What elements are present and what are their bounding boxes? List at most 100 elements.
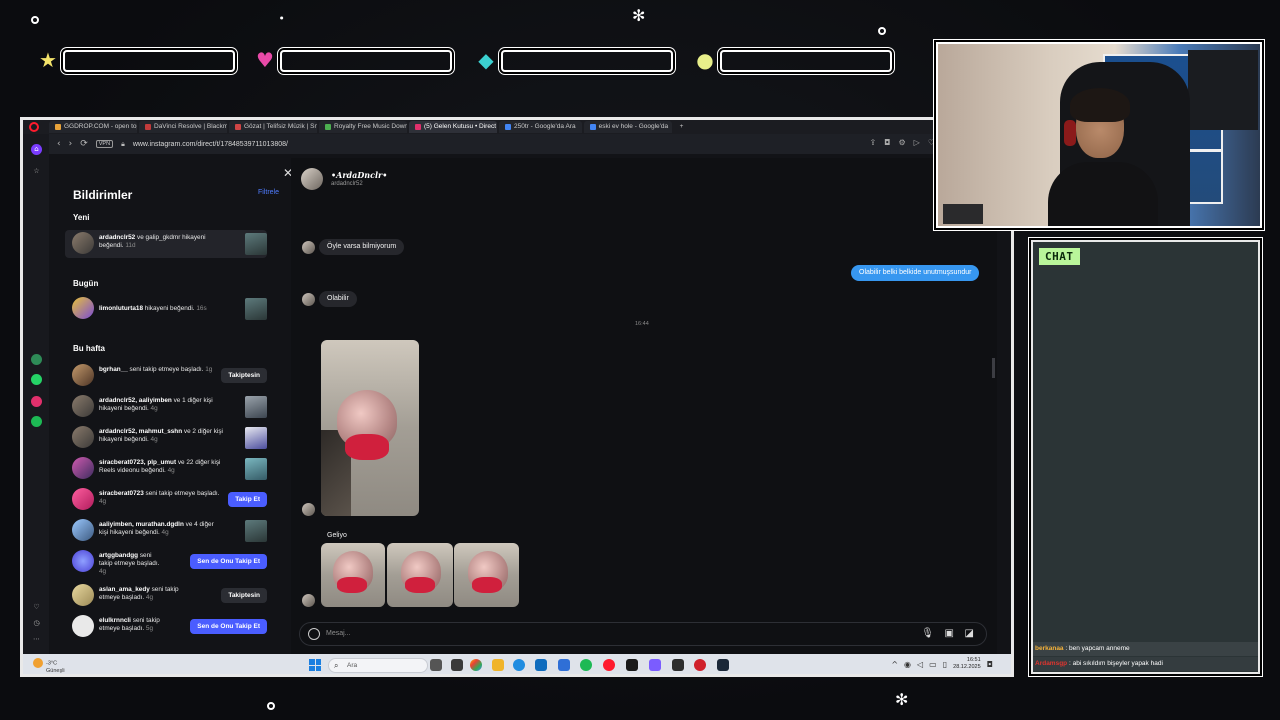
edge-icon[interactable] — [513, 659, 525, 671]
avatar[interactable] — [72, 519, 94, 541]
notification-row[interactable]: limonluturta18 hikayeni beğendi. 16s — [65, 295, 267, 323]
weather-widget[interactable]: -3°C Güneşli — [33, 658, 65, 674]
network-icon[interactable]: ◉ — [904, 660, 911, 669]
avatar[interactable] — [72, 457, 94, 479]
story-thumbnail[interactable] — [245, 233, 267, 255]
whatsapp-icon[interactable] — [31, 374, 42, 385]
avatar[interactable] — [301, 168, 323, 190]
filter-link[interactable]: Filtrele — [258, 189, 279, 196]
volume-icon[interactable]: ◁ — [917, 660, 923, 669]
notification-row[interactable]: aaliyimben, murathan.dgdln ve 4 diğer ki… — [65, 517, 267, 545]
microphone-icon[interactable]: 🎙︎ — [921, 628, 934, 639]
photo-message[interactable] — [321, 340, 419, 516]
message-outgoing[interactable]: Olabilir belki belkide unutmuşsundur — [851, 265, 980, 281]
star-outline-icon[interactable]: ☆ — [31, 166, 42, 177]
capcut-icon[interactable] — [626, 659, 638, 671]
avatar[interactable] — [72, 364, 94, 386]
browser-tab[interactable]: 250tr - Google'da Ara — [499, 121, 582, 133]
app-icon[interactable] — [694, 659, 706, 671]
home-icon[interactable]: ⌂ — [31, 144, 42, 155]
notification-row[interactable]: ardadnclr52, aaliyimben ve 1 diğer kişi … — [65, 393, 267, 421]
display-icon[interactable]: ▭ — [929, 660, 937, 669]
more-icon[interactable]: ⋯ — [31, 634, 42, 645]
notifications-icon[interactable]: ◘ — [987, 660, 993, 669]
folder-icon[interactable] — [492, 659, 504, 671]
notification-row[interactable]: siracberat0723 seni takip etmeye başladı… — [65, 486, 267, 514]
story-thumbnail[interactable] — [245, 520, 267, 542]
avatar[interactable] — [72, 550, 94, 572]
avatar[interactable] — [72, 584, 94, 606]
chevron-up-icon[interactable]: ^ — [891, 660, 898, 669]
scrollbar[interactable] — [992, 358, 995, 378]
new-tab-button[interactable]: + — [674, 121, 690, 133]
message-incoming[interactable]: Olabilir — [319, 291, 357, 307]
story-thumbnail[interactable] — [245, 298, 267, 320]
vpn-badge[interactable]: VPN — [95, 140, 114, 148]
emoji-icon[interactable] — [308, 628, 320, 640]
clock-icon[interactable]: ◷ — [31, 618, 42, 629]
taskview-icon[interactable] — [451, 659, 463, 671]
photo-message[interactable] — [321, 543, 385, 607]
share-icon[interactable]: ⇪ — [869, 138, 876, 147]
follow-button[interactable]: Takip Et — [228, 492, 267, 507]
image-icon[interactable]: ▣ — [945, 628, 954, 639]
avatar[interactable] — [72, 488, 94, 510]
reel-thumbnail[interactable] — [245, 458, 267, 480]
instagram-icon[interactable] — [31, 396, 42, 407]
follow-back-button[interactable]: Sen de Onu Takip Et — [190, 554, 267, 569]
camera-icon[interactable]: ◘ — [884, 138, 890, 147]
browser-tab[interactable]: DaVinci Resolve | Blackm — [139, 121, 227, 133]
avatar[interactable] — [72, 615, 94, 637]
avatar[interactable] — [72, 426, 94, 448]
chrome-icon[interactable] — [470, 659, 482, 671]
message-incoming[interactable]: Geliyo — [319, 528, 355, 544]
story-thumbnail[interactable] — [245, 396, 267, 418]
follow-back-button[interactable]: Sen de Onu Takip Et — [190, 619, 267, 634]
discord-icon[interactable] — [649, 659, 661, 671]
spotify-icon[interactable] — [31, 416, 42, 427]
davinci-icon[interactable] — [672, 659, 684, 671]
reload-icon[interactable]: ⟳ — [80, 139, 88, 149]
heart-outline-icon[interactable]: ♡ — [928, 138, 935, 147]
notification-row[interactable]: bgrhan__ seni takip etmeye başladı. 1g T… — [65, 362, 267, 390]
message-placeholder[interactable]: Mesaj... — [326, 630, 351, 637]
avatar[interactable] — [72, 297, 94, 319]
store-icon[interactable] — [535, 659, 547, 671]
avatar[interactable] — [72, 232, 94, 254]
spotify-icon[interactable] — [580, 659, 592, 671]
notification-row[interactable]: siracberat0723, plp_umut ve 22 diğer kiş… — [65, 455, 267, 483]
following-button[interactable]: Takiptesin — [221, 588, 267, 603]
url-field[interactable]: www.instagram.com/direct/t/1784853971101… — [133, 141, 288, 148]
chatgpt-icon[interactable] — [31, 354, 42, 365]
avatar[interactable] — [72, 395, 94, 417]
message-input[interactable]: Mesaj... 🎙︎ ▣ ◪ — [299, 622, 987, 646]
heart-outline-icon[interactable]: ♡ — [31, 602, 42, 613]
widgets-icon[interactable] — [430, 659, 442, 671]
browser-tab[interactable]: Royalty Free Music Down — [319, 121, 407, 133]
steam-icon[interactable] — [717, 659, 729, 671]
story-thumbnail[interactable] — [245, 427, 267, 449]
app-icon[interactable] — [558, 659, 570, 671]
taskbar-search[interactable]: ⌕ Ara — [328, 658, 428, 673]
notification-row[interactable]: artggbandgg seni takip etmeye başladı. 4… — [65, 548, 267, 580]
conversation-name[interactable]: •ArdaDnclr• — [331, 170, 387, 180]
play-icon[interactable]: ▷ — [914, 138, 920, 147]
settings-icon[interactable]: ⚙ — [899, 138, 906, 147]
back-icon[interactable]: ‹ — [57, 139, 61, 149]
photo-message[interactable] — [454, 543, 519, 607]
message-incoming[interactable]: Öyle varsa bilmiyorum — [319, 239, 405, 255]
photo-message[interactable] — [387, 543, 453, 607]
notification-row[interactable]: ardadnclr52, mahmut_sshn ve 2 diğer kişi… — [65, 424, 267, 452]
opera-icon[interactable] — [603, 659, 615, 671]
start-button[interactable] — [309, 659, 321, 671]
opera-logo-icon[interactable] — [29, 122, 39, 132]
notification-row[interactable]: ardadnclr52 ve galip_gkdmr hikayeni beğe… — [65, 230, 267, 258]
battery-icon[interactable]: ▯ — [943, 660, 947, 669]
following-button[interactable]: Takiptesin — [221, 368, 267, 383]
notification-row[interactable]: elulkrnncli seni takip etmeye başladı. 5… — [65, 613, 267, 641]
browser-tab[interactable]: GGDROP.COM - open top — [49, 121, 137, 133]
browser-tab[interactable]: eski ev hole - Google'da — [583, 121, 672, 133]
clock[interactable]: 16:51 28.12.2025 — [953, 657, 981, 671]
notification-row[interactable]: aslan_ama_kedy seni takip etmeye başladı… — [65, 582, 267, 610]
browser-tab-active[interactable]: (5) Gelen Kutusu • Direct — [409, 121, 497, 133]
